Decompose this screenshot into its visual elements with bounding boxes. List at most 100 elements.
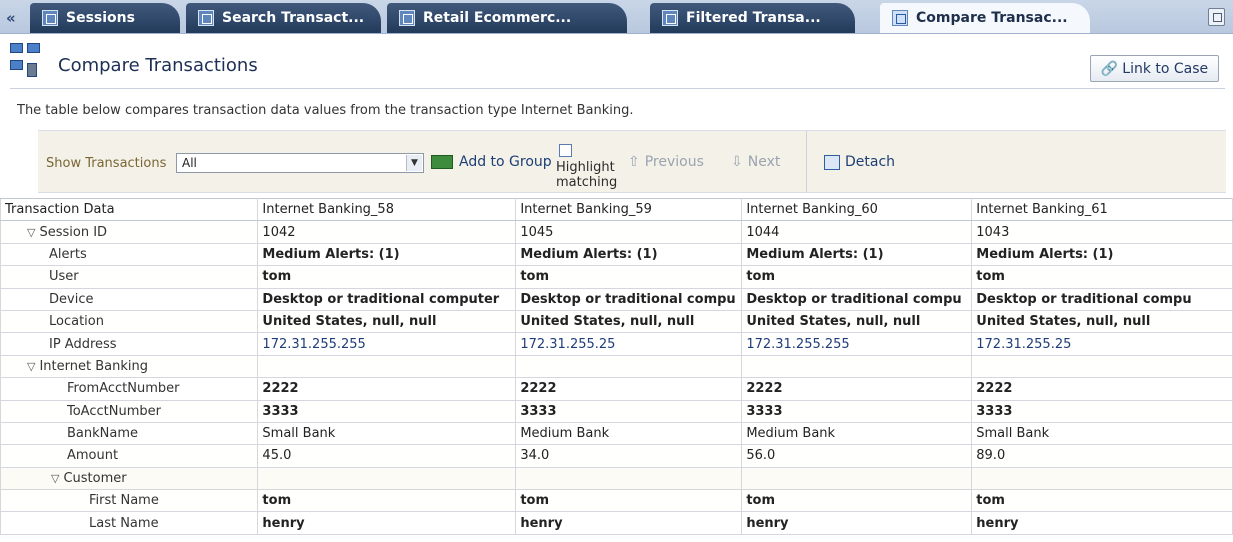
table-row[interactable]: ▽ Customer <box>0 467 1233 491</box>
table-cell: United States, null, null <box>257 310 517 334</box>
table-row[interactable]: ▽ Internet Banking <box>0 355 1233 379</box>
column-header[interactable]: Internet Banking_61 <box>971 197 1233 222</box>
table-cell: Desktop or traditional compu <box>971 288 1233 311</box>
tab-search-transactions[interactable]: Search Transact... <box>186 3 381 33</box>
table-cell <box>257 467 517 491</box>
highlight-label-line2: matching <box>556 175 618 190</box>
add-to-group-button[interactable]: Add to Group <box>431 154 552 170</box>
page-description: The table below compares transaction dat… <box>17 103 634 118</box>
table-row[interactable]: First Name tom tom tom tom <box>0 489 1233 513</box>
table-row[interactable]: IP Address 172.31.255.255 172.31.255.25 … <box>0 332 1233 356</box>
checkbox-icon[interactable] <box>559 144 572 157</box>
row-label-cell: ▽ Customer <box>0 467 259 491</box>
grid-header-row: Transaction Data Internet Banking_58 Int… <box>0 197 1233 222</box>
table-cell: 1043 <box>971 220 1233 244</box>
table-cell: 172.31.255.25 <box>971 332 1233 356</box>
expand-triangle-icon[interactable]: ▽ <box>27 360 35 373</box>
tab-label: Sessions <box>66 10 135 26</box>
table-row[interactable]: FromAcctNumber 2222 2222 2222 2222 <box>0 377 1233 401</box>
table-cell: Desktop or traditional compu <box>741 288 973 311</box>
table-cell: tom <box>257 489 517 513</box>
add-group-icon <box>431 155 453 169</box>
table-cell: 3333 <box>741 400 973 423</box>
table-cell: 34.0 <box>515 444 743 468</box>
expand-triangle-icon[interactable]: ▽ <box>51 472 59 485</box>
table-row[interactable]: Device Desktop or traditional computer D… <box>0 288 1233 311</box>
next-label: Next <box>747 154 781 170</box>
table-cell: henry <box>971 511 1233 535</box>
table-cell: 89.0 <box>971 444 1233 468</box>
tab-sessions[interactable]: Sessions <box>30 3 180 33</box>
table-row[interactable]: Alerts Medium Alerts: (1) Medium Alerts:… <box>0 243 1233 267</box>
table-cell: 172.31.255.255 <box>257 332 517 356</box>
next-button[interactable]: ⇩ Next <box>731 154 780 170</box>
table-icon <box>662 10 678 26</box>
table-cell <box>257 355 517 379</box>
table-row[interactable]: User tom tom tom tom <box>0 265 1233 289</box>
highlight-matching-checkbox[interactable]: Highlight matching <box>556 144 626 190</box>
table-cell: 172.31.255.255 <box>741 332 973 356</box>
table-cell: tom <box>741 265 973 289</box>
table-cell: Small Bank <box>971 422 1233 446</box>
table-cell: Medium Alerts: (1) <box>515 243 743 267</box>
table-cell: 3333 <box>971 400 1233 423</box>
tab-compare-transactions[interactable]: Compare Transac... <box>880 3 1090 33</box>
row-label-cell: ▽ Session ID <box>0 220 259 244</box>
table-cell: tom <box>515 489 743 513</box>
detach-button[interactable]: Detach <box>824 154 895 170</box>
row-label: Last Name <box>0 511 259 535</box>
table-row[interactable]: Last Name henry henry henry henry <box>0 511 1233 535</box>
table-cell <box>515 467 743 491</box>
row-label: Customer <box>63 470 127 486</box>
table-cell: henry <box>741 511 973 535</box>
row-label: First Name <box>0 489 259 513</box>
previous-label: Previous <box>644 154 704 170</box>
tab-filtered-transactions[interactable]: Filtered Transa... <box>650 3 855 33</box>
table-cell: henry <box>257 511 517 535</box>
table-cell: Medium Alerts: (1) <box>741 243 973 267</box>
table-cell: 2222 <box>515 377 743 401</box>
table-cell: Desktop or traditional compu <box>515 288 743 311</box>
table-cell: 45.0 <box>257 444 517 468</box>
table-cell: henry <box>515 511 743 535</box>
table-icon <box>399 10 415 26</box>
page-title: Compare Transactions <box>58 55 258 76</box>
tab-list-icon[interactable] <box>1208 8 1225 26</box>
row-label: Device <box>0 288 259 311</box>
paperclip-icon: 🔗 <box>1100 60 1119 77</box>
compare-icon <box>892 10 908 26</box>
compare-toolbar: Show Transactions All ▼ Add to Group Hig… <box>38 130 1226 193</box>
table-cell: Desktop or traditional computer <box>257 288 517 311</box>
table-row[interactable]: BankName Small Bank Medium Bank Medium B… <box>0 422 1233 446</box>
link-to-case-button[interactable]: 🔗 Link to Case <box>1090 55 1219 82</box>
table-cell: Small Bank <box>257 422 517 446</box>
show-transactions-select[interactable]: All ▼ <box>176 153 424 173</box>
compare-grid: Transaction Data Internet Banking_58 Int… <box>0 197 1233 535</box>
table-row[interactable]: Location United States, null, null Unite… <box>0 310 1233 334</box>
arrow-down-icon: ⇩ <box>731 154 743 170</box>
table-cell: tom <box>741 489 973 513</box>
table-row[interactable]: Amount 45.0 34.0 56.0 89.0 <box>0 444 1233 468</box>
detach-icon <box>824 154 840 170</box>
column-header[interactable]: Internet Banking_59 <box>515 197 743 222</box>
column-header[interactable]: Transaction Data <box>0 197 259 222</box>
table-row[interactable]: ToAcctNumber 3333 3333 3333 3333 <box>0 400 1233 423</box>
column-header[interactable]: Internet Banking_60 <box>741 197 973 222</box>
previous-button[interactable]: ⇧ Previous <box>628 154 704 170</box>
table-cell <box>741 355 973 379</box>
table-cell: United States, null, null <box>971 310 1233 334</box>
compare-transactions-icon <box>10 43 54 83</box>
table-cell <box>971 467 1233 491</box>
table-cell: Medium Alerts: (1) <box>257 243 517 267</box>
collapse-tabs-icon[interactable]: « <box>6 9 16 27</box>
chevron-down-icon[interactable]: ▼ <box>406 155 422 171</box>
table-cell <box>515 355 743 379</box>
table-cell: Medium Bank <box>741 422 973 446</box>
toolbar-divider <box>806 131 807 193</box>
table-cell <box>741 467 973 491</box>
tab-retail-ecommerce[interactable]: Retail Ecommerc... <box>387 3 627 33</box>
column-header[interactable]: Internet Banking_58 <box>257 197 517 222</box>
table-row[interactable]: ▽ Session ID 1042 1045 1044 1043 <box>0 220 1233 244</box>
expand-triangle-icon[interactable]: ▽ <box>27 226 35 239</box>
row-label: Alerts <box>0 243 259 267</box>
